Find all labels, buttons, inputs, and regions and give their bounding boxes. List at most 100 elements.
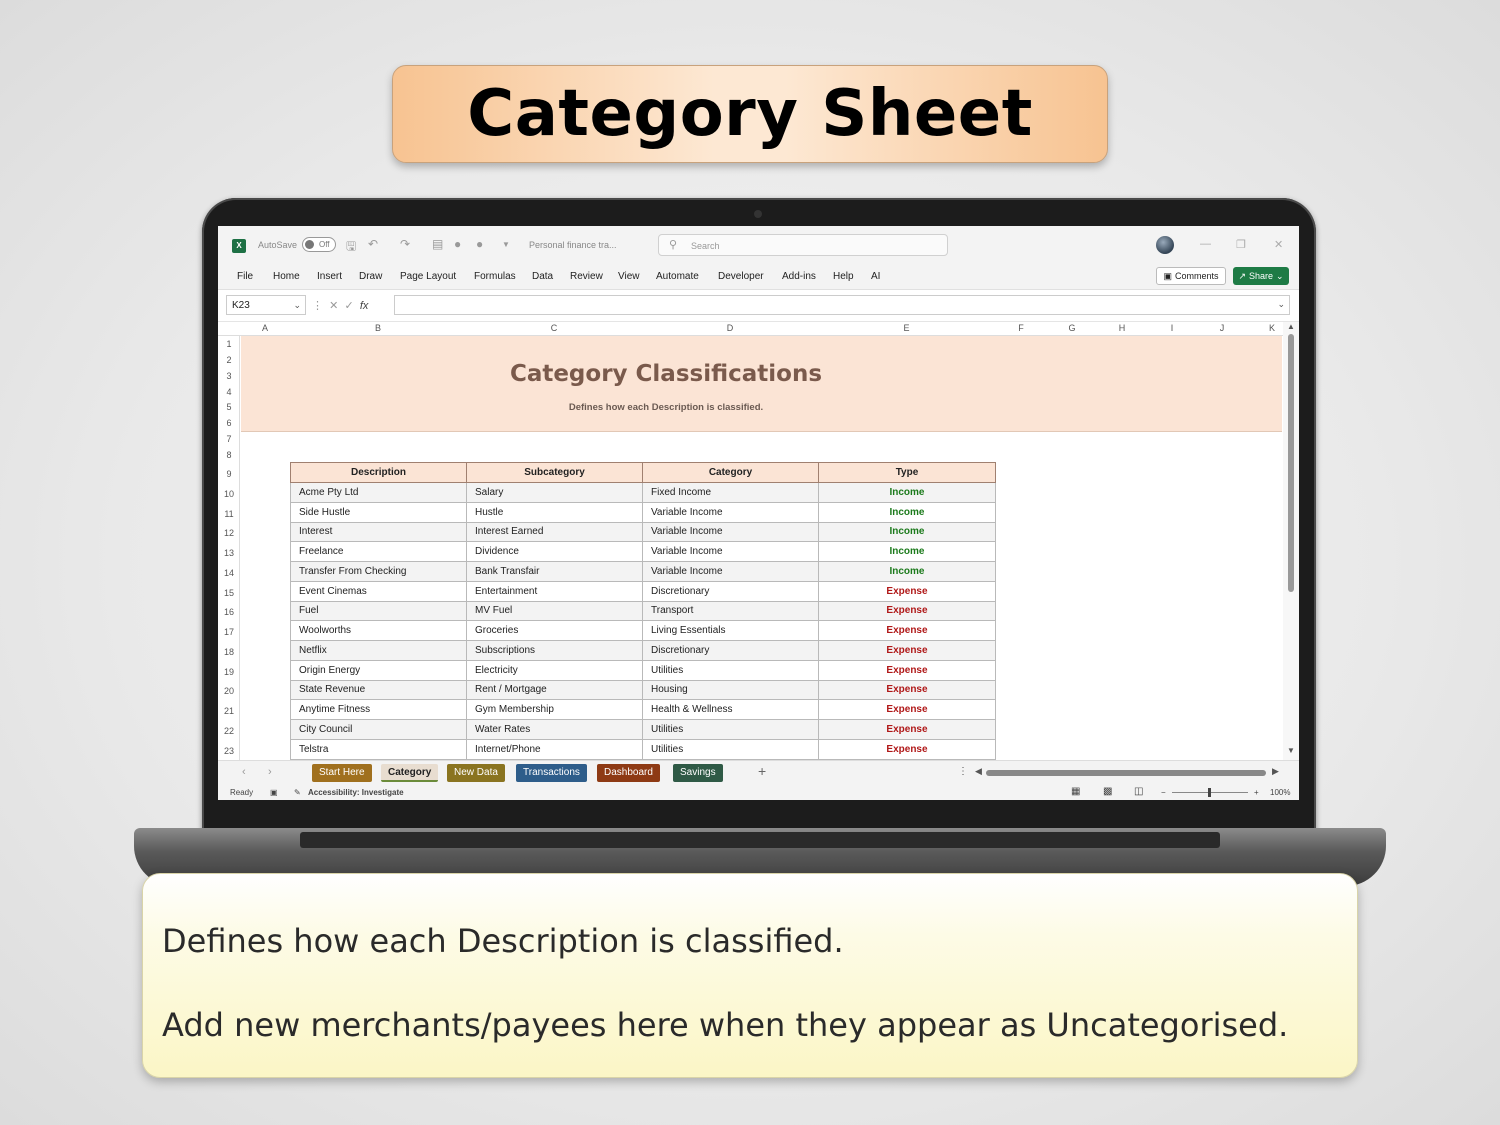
print-preview-icon[interactable]: ▤ xyxy=(432,237,443,251)
menu-draw[interactable]: Draw xyxy=(359,271,382,282)
cell-type[interactable]: Expense xyxy=(818,738,996,760)
menu-view[interactable]: View xyxy=(618,271,640,282)
page-layout-view-icon[interactable]: ▩ xyxy=(1103,786,1112,797)
row-header[interactable]: 22 xyxy=(218,726,240,736)
cell-description[interactable]: Telstra xyxy=(290,738,467,760)
row-header[interactable]: 20 xyxy=(218,686,240,696)
cell-type[interactable]: Expense xyxy=(818,580,996,602)
header-description[interactable]: Description xyxy=(290,462,467,483)
menu-data[interactable]: Data xyxy=(532,271,553,282)
cell-description[interactable]: Netflix xyxy=(290,640,467,661)
column-header[interactable]: C xyxy=(466,323,642,333)
row-header[interactable]: 8 xyxy=(218,450,240,460)
column-header[interactable]: J xyxy=(1197,323,1247,333)
cell-description[interactable]: Transfer From Checking xyxy=(290,561,467,582)
prev-sheet-icon[interactable]: ‹ xyxy=(242,766,246,778)
menu-help[interactable]: Help xyxy=(833,271,854,282)
cell-subcategory[interactable]: Interest Earned xyxy=(466,521,643,543)
record-icon[interactable]: ● xyxy=(454,237,461,251)
zoom-slider-knob[interactable] xyxy=(1208,788,1211,797)
column-header[interactable]: F xyxy=(995,323,1047,333)
row-header[interactable]: 3 xyxy=(218,371,240,381)
cell-category[interactable]: Variable Income xyxy=(642,561,819,582)
menu-insert[interactable]: Insert xyxy=(317,271,342,282)
row-header[interactable]: 15 xyxy=(218,588,240,598)
cell-subcategory[interactable]: Water Rates xyxy=(466,719,643,740)
more-icon[interactable]: ⋮ xyxy=(312,300,323,312)
cell-type[interactable]: Expense xyxy=(818,699,996,720)
cell-subcategory[interactable]: Subscriptions xyxy=(466,640,643,661)
cell-description[interactable]: City Council xyxy=(290,719,467,740)
cell-category[interactable]: Utilities xyxy=(642,738,819,760)
scroll-right-icon[interactable]: ▶ xyxy=(1272,766,1279,777)
row-header[interactable]: 18 xyxy=(218,647,240,657)
cell-type[interactable]: Expense xyxy=(818,640,996,661)
row-header[interactable]: 14 xyxy=(218,568,240,578)
avatar[interactable] xyxy=(1156,236,1174,254)
cell-description[interactable]: Origin Energy xyxy=(290,659,467,681)
scroll-thumb[interactable] xyxy=(1288,334,1294,592)
cell-description[interactable]: State Revenue xyxy=(290,679,467,701)
cell-type[interactable]: Income xyxy=(818,501,996,523)
confirm-icon[interactable]: ✓ xyxy=(344,300,353,312)
scroll-up-icon[interactable]: ▲ xyxy=(1287,322,1295,331)
accessibility-status[interactable]: Accessibility: Investigate xyxy=(308,788,404,797)
zoom-level[interactable]: 100% xyxy=(1270,788,1290,797)
row-header[interactable]: 5 xyxy=(218,402,240,412)
insert-function-icon[interactable]: fx xyxy=(360,300,369,312)
cell-category[interactable]: Transport xyxy=(642,600,819,622)
cell-subcategory[interactable]: Internet/Phone xyxy=(466,738,643,760)
undo-icon[interactable]: ↶ xyxy=(368,237,378,251)
cell-category[interactable]: Health & Wellness xyxy=(642,699,819,720)
cell-description[interactable]: Woolworths xyxy=(290,620,467,641)
excel-app-icon[interactable]: X xyxy=(232,239,246,253)
row-header[interactable]: 4 xyxy=(218,387,240,397)
cell-subcategory[interactable]: Salary xyxy=(466,482,643,503)
redo-icon[interactable]: ↷ xyxy=(400,237,410,251)
column-header[interactable]: B xyxy=(290,323,466,333)
share-button[interactable]: ↗ Share ⌄ xyxy=(1233,267,1289,285)
row-header[interactable]: 12 xyxy=(218,528,240,538)
header-type[interactable]: Type xyxy=(818,462,996,483)
cancel-icon[interactable]: ✕ xyxy=(329,300,338,312)
save-icon[interactable]: 🖫 xyxy=(346,237,356,258)
horizontal-scrollbar[interactable] xyxy=(986,770,1266,776)
zoom-out-icon[interactable]: − xyxy=(1161,788,1166,797)
menu-file[interactable]: File xyxy=(237,271,253,282)
row-header[interactable]: 9 xyxy=(218,469,240,479)
sheet-tab[interactable]: Category xyxy=(381,764,439,782)
cell-type[interactable]: Expense xyxy=(818,659,996,681)
row-header[interactable]: 1 xyxy=(218,339,240,349)
cell-subcategory[interactable]: Rent / Mortgage xyxy=(466,679,643,701)
cell-subcategory[interactable]: Groceries xyxy=(466,620,643,641)
restore-icon[interactable]: ❐ xyxy=(1236,238,1246,251)
cell-type[interactable]: Expense xyxy=(818,679,996,701)
cell-description[interactable]: Acme Pty Ltd xyxy=(290,482,467,503)
cell-subcategory[interactable]: Electricity xyxy=(466,659,643,681)
menu-home[interactable]: Home xyxy=(273,271,300,282)
cell-category[interactable]: Variable Income xyxy=(642,501,819,523)
column-header[interactable]: A xyxy=(240,323,290,333)
name-box[interactable]: K23 ⌄ xyxy=(226,295,306,315)
close-icon[interactable]: ✕ xyxy=(1274,238,1283,251)
cell-category[interactable]: Fixed Income xyxy=(642,482,819,503)
cell-category[interactable]: Discretionary xyxy=(642,640,819,661)
row-header[interactable]: 19 xyxy=(218,667,240,677)
add-sheet-icon[interactable]: + xyxy=(758,763,766,779)
sheet-tab[interactable]: Dashboard xyxy=(597,764,660,782)
cell-subcategory[interactable]: Dividence xyxy=(466,541,643,562)
zoom-in-icon[interactable]: + xyxy=(1254,788,1259,797)
sheet-tab[interactable]: Start Here xyxy=(312,764,372,782)
menu-add-ins[interactable]: Add-ins xyxy=(782,271,816,282)
cell-category[interactable]: Discretionary xyxy=(642,580,819,602)
cell-type[interactable]: Income xyxy=(818,482,996,503)
cell-subcategory[interactable]: MV Fuel xyxy=(466,600,643,622)
cell-description[interactable]: Interest xyxy=(290,521,467,543)
header-category[interactable]: Category xyxy=(642,462,819,483)
cell-type[interactable]: Expense xyxy=(818,719,996,740)
accessibility-icon[interactable]: ✎ xyxy=(294,788,301,797)
menu-developer[interactable]: Developer xyxy=(718,271,764,282)
row-header[interactable]: 10 xyxy=(218,489,240,499)
stop-icon[interactable]: ● xyxy=(476,237,483,251)
cell-category[interactable]: Variable Income xyxy=(642,521,819,543)
